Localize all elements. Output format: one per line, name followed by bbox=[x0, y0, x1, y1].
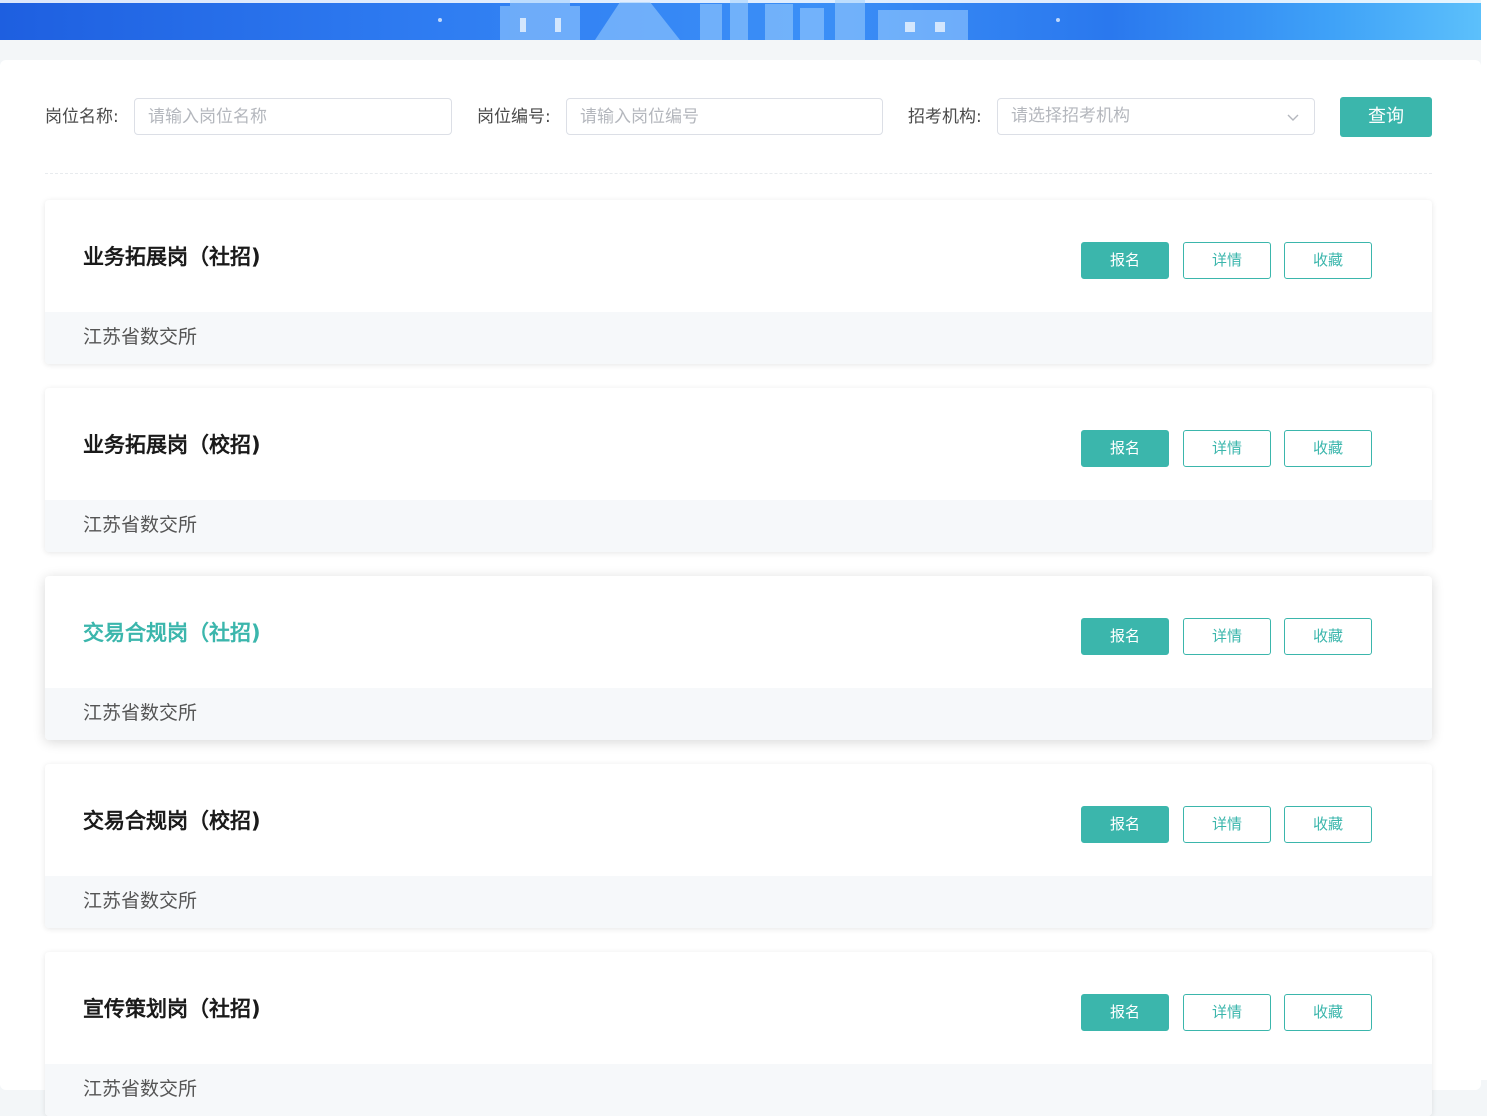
apply-button[interactable]: 报名 bbox=[1081, 430, 1169, 467]
job-org-bar: 江苏省数交所 bbox=[45, 1064, 1432, 1116]
favorite-button[interactable]: 收藏 bbox=[1284, 994, 1372, 1031]
favorite-button[interactable]: 收藏 bbox=[1284, 806, 1372, 843]
search-divider bbox=[45, 173, 1432, 174]
job-card[interactable]: 业务拓展岗（社招) 报名 详情 收藏 江苏省数交所 bbox=[45, 200, 1432, 364]
job-org-bar: 江苏省数交所 bbox=[45, 312, 1432, 364]
job-card[interactable]: 宣传策划岗（社招) 报名 详情 收藏 江苏省数交所 bbox=[45, 952, 1432, 1116]
detail-button[interactable]: 详情 bbox=[1183, 994, 1271, 1031]
favorite-button[interactable]: 收藏 bbox=[1284, 430, 1372, 467]
chevron-down-icon bbox=[1287, 114, 1299, 121]
job-title[interactable]: 交易合规岗（校招) bbox=[83, 804, 261, 838]
job-card[interactable]: 业务拓展岗（校招) 报名 详情 收藏 江苏省数交所 bbox=[45, 388, 1432, 552]
job-title[interactable]: 业务拓展岗（社招) bbox=[83, 240, 261, 274]
job-org-bar: 江苏省数交所 bbox=[45, 500, 1432, 552]
org-select-placeholder: 请选择招考机构 bbox=[1011, 106, 1130, 126]
org-select[interactable]: 请选择招考机构 bbox=[997, 98, 1315, 135]
apply-button[interactable]: 报名 bbox=[1081, 242, 1169, 279]
apply-button[interactable]: 报名 bbox=[1081, 618, 1169, 655]
job-title[interactable]: 交易合规岗（社招) bbox=[83, 616, 261, 650]
job-org-bar: 江苏省数交所 bbox=[45, 688, 1432, 740]
post-code-input[interactable] bbox=[566, 98, 883, 135]
post-name-input[interactable] bbox=[134, 98, 452, 135]
detail-button[interactable]: 详情 bbox=[1183, 430, 1271, 467]
detail-button[interactable]: 详情 bbox=[1183, 806, 1271, 843]
job-org-bar: 江苏省数交所 bbox=[45, 876, 1432, 928]
top-banner bbox=[0, 0, 1481, 40]
favorite-button[interactable]: 收藏 bbox=[1284, 618, 1372, 655]
job-title[interactable]: 宣传策划岗（社招) bbox=[83, 992, 261, 1026]
job-org: 江苏省数交所 bbox=[83, 514, 198, 536]
search-bar: 岗位名称: 岗位编号: 招考机构: 请选择招考机构 查询 bbox=[45, 97, 1435, 137]
city-skyline-illustration bbox=[438, 0, 1060, 40]
query-button[interactable]: 查询 bbox=[1340, 97, 1432, 137]
detail-button[interactable]: 详情 bbox=[1183, 618, 1271, 655]
job-org: 江苏省数交所 bbox=[83, 890, 198, 912]
org-label: 招考机构: bbox=[908, 107, 982, 127]
post-name-label: 岗位名称: bbox=[45, 107, 119, 127]
apply-button[interactable]: 报名 bbox=[1081, 806, 1169, 843]
page-edge bbox=[1481, 0, 1487, 1080]
job-org: 江苏省数交所 bbox=[83, 1078, 198, 1100]
job-title[interactable]: 业务拓展岗（校招) bbox=[83, 428, 261, 462]
post-code-label: 岗位编号: bbox=[477, 107, 551, 127]
job-card[interactable]: 交易合规岗（校招) 报名 详情 收藏 江苏省数交所 bbox=[45, 764, 1432, 928]
job-org: 江苏省数交所 bbox=[83, 702, 198, 724]
favorite-button[interactable]: 收藏 bbox=[1284, 242, 1372, 279]
job-org: 江苏省数交所 bbox=[83, 326, 198, 348]
job-card[interactable]: 交易合规岗（社招) 报名 详情 收藏 江苏省数交所 bbox=[45, 576, 1432, 740]
apply-button[interactable]: 报名 bbox=[1081, 994, 1169, 1031]
detail-button[interactable]: 详情 bbox=[1183, 242, 1271, 279]
